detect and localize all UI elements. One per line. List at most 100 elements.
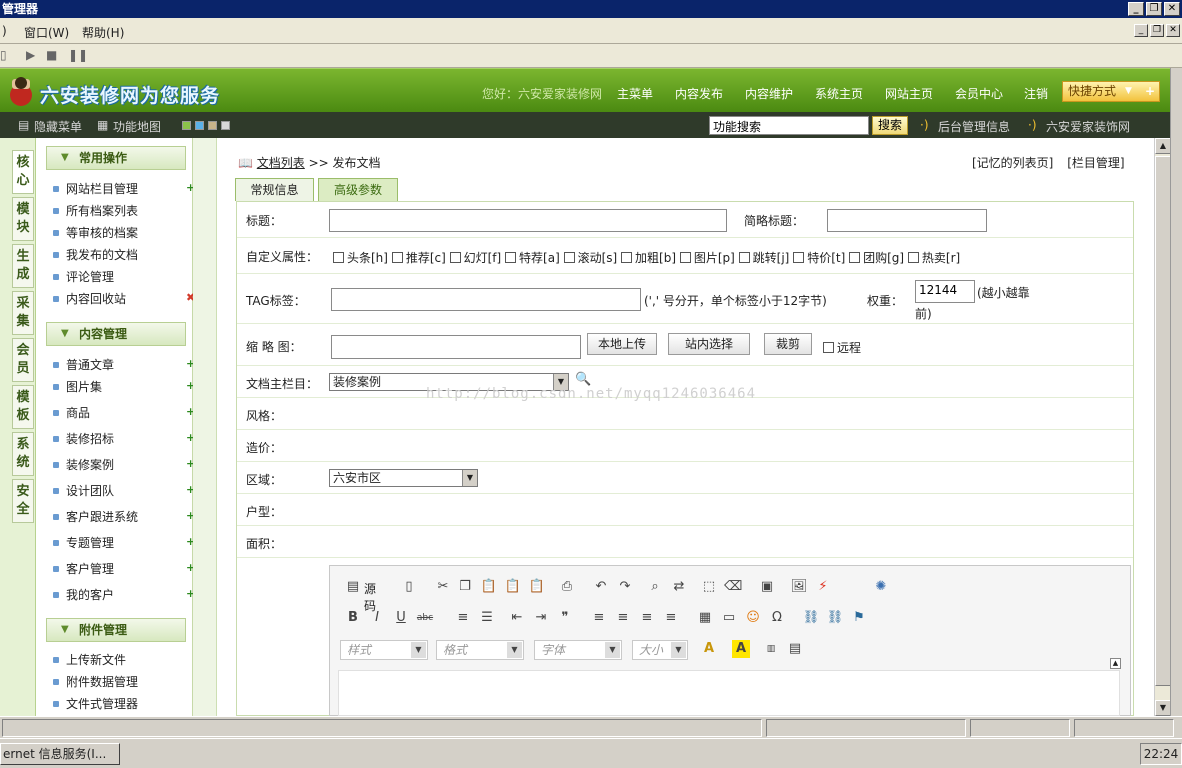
paste-text-icon[interactable]: 📋: [504, 578, 522, 596]
menu-item[interactable]: 设计团队: [53, 482, 114, 499]
menu-item[interactable]: 专题管理: [53, 534, 114, 551]
search-button[interactable]: 搜索: [872, 116, 908, 135]
outdent-icon[interactable]: ⇤: [508, 609, 526, 627]
size-dropdown[interactable]: 大小 ▼: [632, 640, 688, 660]
text-color-icon[interactable]: A: [700, 640, 718, 658]
remove-format-icon[interactable]: ⌫: [724, 578, 742, 596]
flash-icon[interactable]: ⚡: [814, 578, 832, 596]
thumb-input[interactable]: [331, 335, 581, 359]
attr-picture-checkbox[interactable]: 图片[p]: [679, 251, 735, 265]
ordered-list-icon[interactable]: ≡: [454, 609, 472, 627]
italic-icon[interactable]: I: [368, 609, 386, 627]
menu-item[interactable]: 普通文章: [53, 356, 114, 373]
vtab-module[interactable]: 模块: [12, 197, 34, 241]
attr-slide-checkbox[interactable]: 幻灯[f]: [449, 251, 501, 265]
section-attachment[interactable]: ▼ 附件管理: [46, 618, 186, 642]
redo-icon[interactable]: ↷: [616, 578, 634, 596]
attr-headline-checkbox[interactable]: 头条[h]: [333, 251, 388, 265]
maximize-icon[interactable]: ▤: [786, 640, 804, 658]
stop-icon[interactable]: ■: [46, 48, 57, 62]
menu-item[interactable]: 图片集: [53, 378, 102, 395]
image-icon[interactable]: 🖼: [790, 578, 808, 596]
search-icon[interactable]: 🔍: [575, 372, 591, 387]
pause-icon[interactable]: ❚❚: [68, 48, 88, 62]
menu-item[interactable]: 网站栏目管理: [53, 180, 138, 197]
menu-item[interactable]: 等审核的档案: [53, 224, 138, 241]
menu-item[interactable]: 我发布的文档: [53, 246, 138, 263]
print-icon[interactable]: ⎙: [558, 578, 576, 596]
underline-icon[interactable]: U: [392, 609, 410, 627]
play-icon[interactable]: ▶: [26, 48, 35, 62]
theme-tan-swatch[interactable]: [208, 121, 217, 130]
align-right-icon[interactable]: ≡: [638, 609, 656, 627]
short-title-input[interactable]: [827, 209, 987, 232]
menu-item[interactable]: 附件数据管理: [53, 673, 138, 690]
special-icon[interactable]: ✺: [872, 578, 890, 596]
align-justify-icon[interactable]: ≡: [662, 609, 680, 627]
plus-icon[interactable]: +: [1145, 82, 1155, 101]
mdi-close-button[interactable]: ✕: [1166, 24, 1180, 37]
nav-logout[interactable]: 注销: [1024, 85, 1048, 102]
font-dropdown[interactable]: 字体 ▼: [534, 640, 622, 660]
nav-publish[interactable]: 内容发布: [675, 85, 723, 102]
nav-system-home[interactable]: 系统主页: [815, 85, 863, 102]
hide-menu-icon[interactable]: ▤: [18, 118, 29, 132]
align-center-icon[interactable]: ≡: [614, 609, 632, 627]
link-icon[interactable]: ⛓: [802, 609, 820, 627]
attr-discount-checkbox[interactable]: 特价[t]: [793, 251, 845, 265]
replace-icon[interactable]: ⇄: [670, 578, 688, 596]
nav-member-center[interactable]: 会员中心: [955, 85, 1003, 102]
vtab-system[interactable]: 系统: [12, 432, 34, 476]
menu-item[interactable]: 装修招标: [53, 430, 114, 447]
nav-maintain[interactable]: 内容维护: [745, 85, 793, 102]
menu-item[interactable]: 评论管理: [53, 268, 114, 285]
paste-word-icon[interactable]: 📋: [528, 578, 546, 596]
blockquote-icon[interactable]: ❞: [556, 609, 574, 627]
attr-special-checkbox[interactable]: 特荐[a]: [505, 251, 560, 265]
theme-gray-swatch[interactable]: [221, 121, 230, 130]
upload-local-button[interactable]: 本地上传: [587, 333, 657, 355]
remote-checkbox[interactable]: 远程: [823, 339, 861, 356]
scroll-up-icon[interactable]: ▲: [1155, 138, 1171, 154]
indent-icon[interactable]: ⇥: [532, 609, 550, 627]
tag-input[interactable]: [331, 288, 641, 311]
func-map-link[interactable]: 功能地图: [113, 118, 161, 135]
menu-item[interactable]: 上传新文件: [53, 651, 126, 668]
bg-color-icon[interactable]: A: [732, 640, 750, 658]
menu-splitter[interactable]: [193, 138, 217, 716]
vtab-collect[interactable]: 采集: [12, 291, 34, 335]
menu-item[interactable]: 我的客户: [53, 586, 114, 603]
undo-icon[interactable]: ↶: [592, 578, 610, 596]
vtab-security[interactable]: 安全: [12, 479, 34, 523]
menu-window[interactable]: 窗口(W): [24, 24, 69, 41]
new-page-icon[interactable]: ▯: [400, 578, 418, 596]
nav-main-menu[interactable]: 主菜单: [617, 85, 653, 102]
func-map-icon[interactable]: ▦: [97, 118, 108, 132]
tab-advanced[interactable]: 高级参数: [318, 178, 398, 201]
section-common[interactable]: ▼ 常用操作: [46, 146, 186, 170]
site-name-link[interactable]: 六安爱家装饰网: [1046, 118, 1130, 135]
vtab-member[interactable]: 会员: [12, 338, 34, 382]
crop-button[interactable]: 裁剪: [764, 333, 812, 355]
admin-info-link[interactable]: 后台管理信息: [938, 118, 1010, 135]
vtab-generate[interactable]: 生成: [12, 244, 34, 288]
attr-bold-checkbox[interactable]: 加粗[b]: [621, 251, 676, 265]
title-input[interactable]: [329, 209, 727, 232]
table-icon[interactable]: ▦: [696, 609, 714, 627]
area-select[interactable]: 六安市区 ▼: [329, 469, 478, 487]
theme-blue-swatch[interactable]: [195, 121, 204, 130]
menu-item[interactable]: 客户管理: [53, 560, 114, 577]
vtab-core[interactable]: 核心: [12, 150, 34, 194]
attr-jump-checkbox[interactable]: 跳转[j]: [738, 251, 789, 265]
horizontal-rule-icon[interactable]: ▭: [720, 609, 738, 627]
anchor-flag-icon[interactable]: ⚑: [850, 609, 868, 627]
paste-icon[interactable]: 📋: [480, 578, 498, 596]
source-icon[interactable]: ▤: [344, 578, 362, 596]
menu-fragment[interactable]: ): [2, 24, 7, 38]
menu-item[interactable]: 装修案例: [53, 456, 114, 473]
outer-scrollbar[interactable]: [1170, 68, 1182, 716]
menu-item[interactable]: 客户跟进系统: [53, 508, 138, 525]
editor-content-area[interactable]: [338, 670, 1120, 716]
tab-general[interactable]: 常规信息: [235, 178, 314, 201]
style-dropdown[interactable]: 样式 ▼: [340, 640, 428, 660]
